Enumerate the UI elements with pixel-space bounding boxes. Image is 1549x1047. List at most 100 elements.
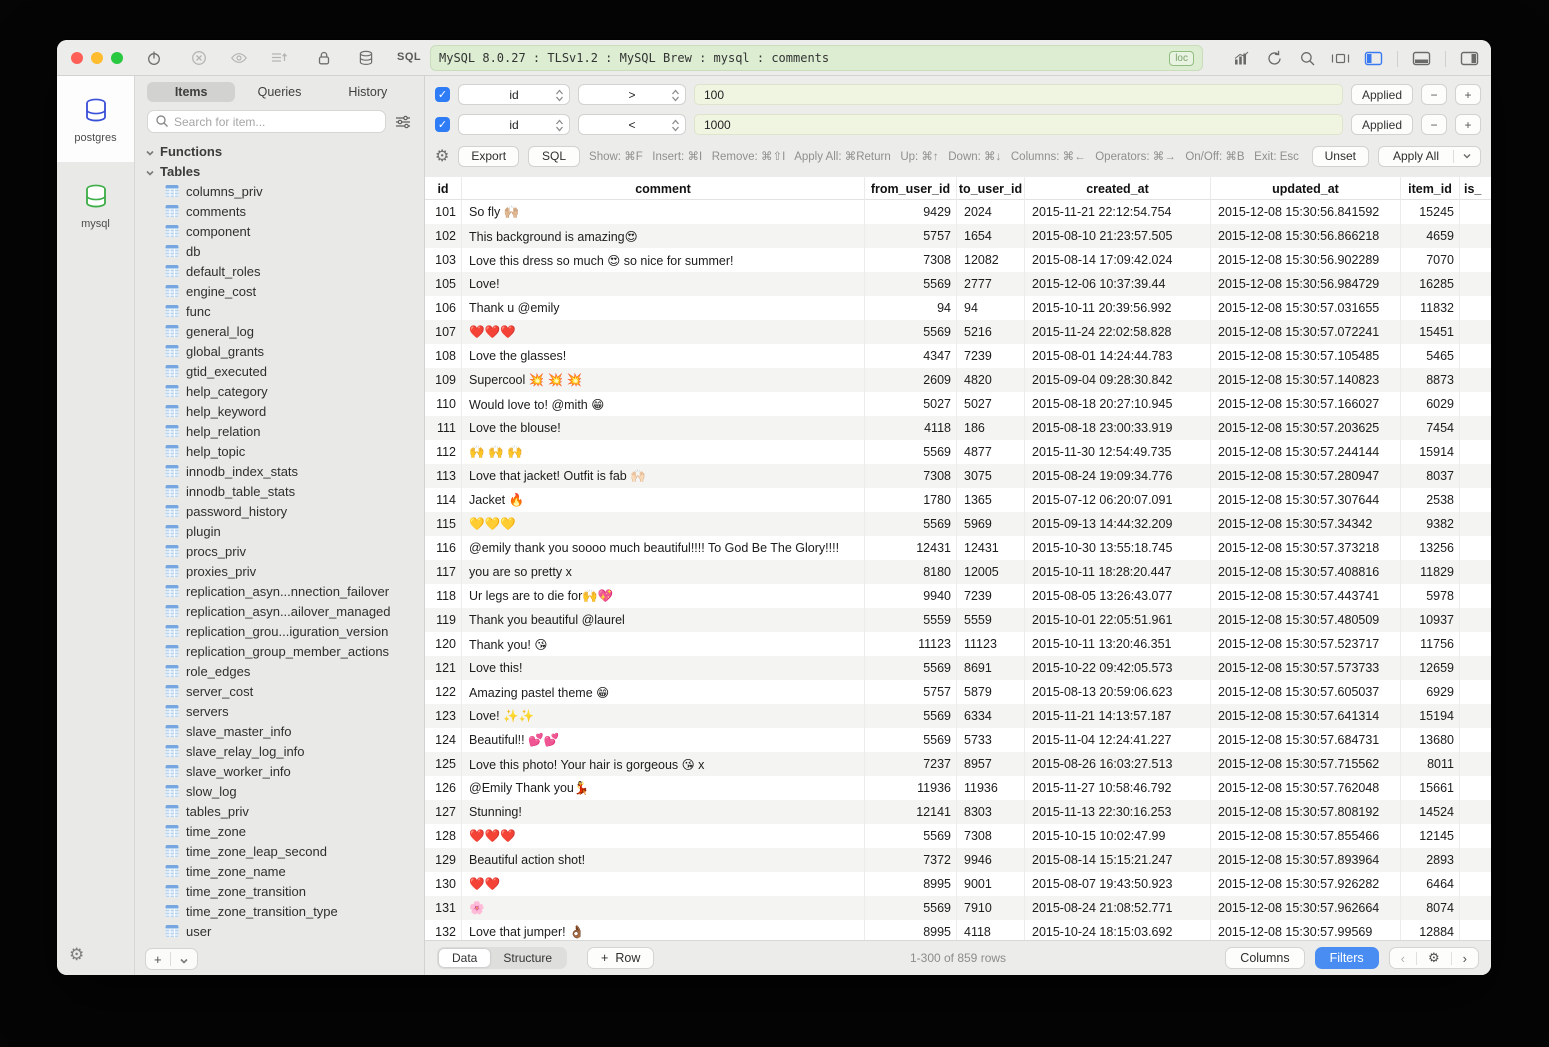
cell-id[interactable]: 103 — [425, 248, 462, 272]
cell-from-user-id[interactable]: 5569 — [865, 272, 957, 296]
cell-comment[interactable]: ❤️❤️ — [462, 872, 865, 896]
sidebar-table-item[interactable]: gtid_executed — [135, 361, 424, 381]
sidebar-table-item[interactable]: innodb_table_stats — [135, 481, 424, 501]
cell-updated-at[interactable]: 2015-12-08 15:30:56.866218 — [1211, 224, 1401, 248]
filter-enabled-checkbox[interactable]: ✓ — [435, 117, 450, 132]
cell-item-id[interactable]: 5465 — [1401, 344, 1460, 368]
cell-to-user-id[interactable]: 12005 — [957, 560, 1025, 584]
cell-to-user-id[interactable]: 7910 — [957, 896, 1025, 920]
sidebar-table-item[interactable]: func — [135, 301, 424, 321]
table-row[interactable]: 107❤️❤️❤️556952162015-11-24 22:02:58.828… — [425, 320, 1491, 344]
cell-item-id[interactable]: 15661 — [1401, 776, 1460, 800]
cell-item-id[interactable]: 6929 — [1401, 680, 1460, 704]
cell-to-user-id[interactable]: 7239 — [957, 344, 1025, 368]
table-row[interactable]: 129Beautiful action shot!737299462015-08… — [425, 848, 1491, 872]
cell-to-user-id[interactable]: 2024 — [957, 200, 1025, 224]
sidebar-table-item[interactable]: help_topic — [135, 441, 424, 461]
cell-comment[interactable]: Love the blouse! — [462, 416, 865, 440]
cell-item-id[interactable]: 7454 — [1401, 416, 1460, 440]
cell-updated-at[interactable]: 2015-12-08 15:30:57.408816 — [1211, 560, 1401, 584]
cell-id[interactable]: 115 — [425, 512, 462, 536]
column-header-from_user_id[interactable]: from_user_id — [865, 177, 957, 200]
cell-updated-at[interactable]: 2015-12-08 15:30:57.808192 — [1211, 800, 1401, 824]
cell-is[interactable] — [1460, 560, 1491, 584]
filter-value-input[interactable]: 1000 — [694, 114, 1343, 135]
cell-from-user-id[interactable]: 5569 — [865, 320, 957, 344]
table-row[interactable]: 121Love this!556986912015-10-22 09:42:05… — [425, 656, 1491, 680]
cell-item-id[interactable]: 2893 — [1401, 848, 1460, 872]
cell-from-user-id[interactable]: 5559 — [865, 608, 957, 632]
cell-is[interactable] — [1460, 248, 1491, 272]
cell-item-id[interactable]: 15451 — [1401, 320, 1460, 344]
cell-is[interactable] — [1460, 848, 1491, 872]
cell-to-user-id[interactable]: 186 — [957, 416, 1025, 440]
cell-comment[interactable]: Thank you beautiful @laurel — [462, 608, 865, 632]
cell-comment[interactable]: Stunning! — [462, 800, 865, 824]
cell-to-user-id[interactable]: 5879 — [957, 680, 1025, 704]
cell-item-id[interactable]: 12145 — [1401, 824, 1460, 848]
cell-to-user-id[interactable]: 5559 — [957, 608, 1025, 632]
cell-id[interactable]: 132 — [425, 920, 462, 940]
cell-from-user-id[interactable]: 12431 — [865, 536, 957, 560]
statistics-icon[interactable] — [1232, 49, 1251, 68]
cell-is[interactable] — [1460, 344, 1491, 368]
filter-enabled-checkbox[interactable]: ✓ — [435, 87, 450, 102]
cell-created-at[interactable]: 2015-08-18 20:27:10.945 — [1025, 392, 1211, 416]
sidebar-table-item[interactable]: columns_priv — [135, 181, 424, 201]
cell-is[interactable] — [1460, 200, 1491, 224]
cell-created-at[interactable]: 2015-08-14 15:15:21.247 — [1025, 848, 1211, 872]
cell-item-id[interactable]: 6464 — [1401, 872, 1460, 896]
cell-is[interactable] — [1460, 440, 1491, 464]
cell-from-user-id[interactable]: 4347 — [865, 344, 957, 368]
cell-from-user-id[interactable]: 7308 — [865, 248, 957, 272]
cell-comment[interactable]: Love this dress so much 😍 so nice for su… — [462, 248, 865, 272]
filter-applied-button[interactable]: Applied — [1351, 114, 1413, 135]
sidebar-table-item[interactable]: replication_group_member_actions — [135, 641, 424, 661]
filter-operator-select[interactable]: < — [578, 114, 686, 135]
sidebar-table-item[interactable]: time_zone_name — [135, 861, 424, 881]
cell-from-user-id[interactable]: 5569 — [865, 512, 957, 536]
sidebar-table-item[interactable]: tables_priv — [135, 801, 424, 821]
cell-from-user-id[interactable]: 8995 — [865, 920, 957, 940]
cell-to-user-id[interactable]: 2777 — [957, 272, 1025, 296]
cell-item-id[interactable]: 15914 — [1401, 440, 1460, 464]
cell-is[interactable] — [1460, 632, 1491, 656]
cell-to-user-id[interactable]: 12431 — [957, 536, 1025, 560]
cell-is[interactable] — [1460, 416, 1491, 440]
search-icon[interactable] — [1298, 49, 1317, 68]
filters-button[interactable]: Filters — [1315, 947, 1379, 969]
table-row[interactable]: 105Love!556927772015-12-06 10:37:39.4420… — [425, 272, 1491, 296]
cell-created-at[interactable]: 2015-09-13 14:44:32.209 — [1025, 512, 1211, 536]
cell-to-user-id[interactable]: 11936 — [957, 776, 1025, 800]
cell-updated-at[interactable]: 2015-12-08 15:30:57.573733 — [1211, 656, 1401, 680]
cell-item-id[interactable]: 8011 — [1401, 752, 1460, 776]
cell-item-id[interactable]: 16285 — [1401, 272, 1460, 296]
cell-item-id[interactable]: 8074 — [1401, 896, 1460, 920]
cell-id[interactable]: 116 — [425, 536, 462, 560]
cell-is[interactable] — [1460, 872, 1491, 896]
cell-created-at[interactable]: 2015-08-14 17:09:42.024 — [1025, 248, 1211, 272]
table-row[interactable]: 126@Emily Thank you💃11936119362015-11-27… — [425, 776, 1491, 800]
cell-id[interactable]: 105 — [425, 272, 462, 296]
cell-id[interactable]: 118 — [425, 584, 462, 608]
cell-updated-at[interactable]: 2015-12-08 15:30:57.926282 — [1211, 872, 1401, 896]
cell-comment[interactable]: Ur legs are to die for🙌💖 — [462, 584, 865, 608]
cell-id[interactable]: 120 — [425, 632, 462, 656]
table-row[interactable]: 130❤️❤️899590012015-08-07 19:43:50.92320… — [425, 872, 1491, 896]
cell-comment[interactable]: Amazing pastel theme 😁 — [462, 680, 865, 704]
cell-from-user-id[interactable]: 5569 — [865, 440, 957, 464]
cell-updated-at[interactable]: 2015-12-08 15:30:57.762048 — [1211, 776, 1401, 800]
tab-items[interactable]: Items — [147, 82, 235, 102]
cell-id[interactable]: 125 — [425, 752, 462, 776]
cell-updated-at[interactable]: 2015-12-08 15:30:57.203625 — [1211, 416, 1401, 440]
tree-group-tables[interactable]: Tables — [135, 161, 424, 181]
cell-from-user-id[interactable]: 7308 — [865, 464, 957, 488]
cell-id[interactable]: 106 — [425, 296, 462, 320]
cell-id[interactable]: 131 — [425, 896, 462, 920]
cell-comment[interactable]: @Emily Thank you💃 — [462, 776, 865, 800]
cell-is[interactable] — [1460, 512, 1491, 536]
filter-field-select[interactable]: id — [458, 114, 570, 135]
table-row[interactable]: 114Jacket 🔥178013652015-07-12 06:20:07.0… — [425, 488, 1491, 512]
apply-all-menu-button[interactable] — [1454, 151, 1480, 161]
cell-created-at[interactable]: 2015-08-18 23:00:33.919 — [1025, 416, 1211, 440]
